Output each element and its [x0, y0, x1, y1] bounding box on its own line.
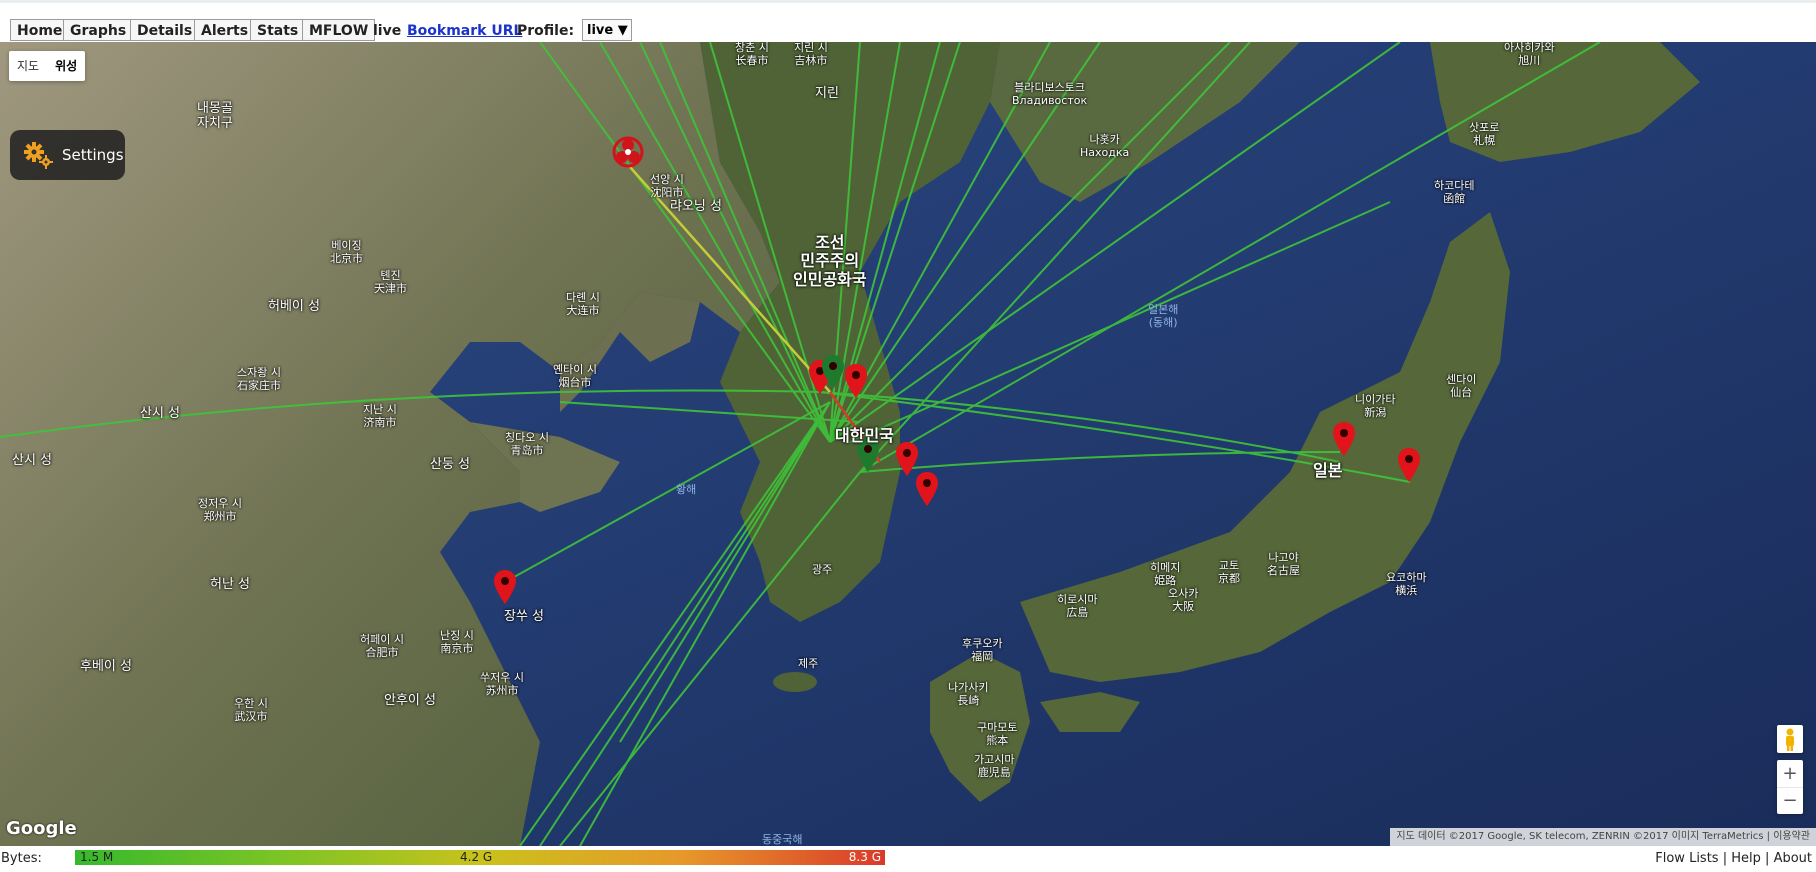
map-label-sendai: 센다이 仙台	[1446, 373, 1477, 399]
zoom-out-button[interactable]: −	[1777, 788, 1803, 814]
about-link[interactable]: About	[1774, 851, 1812, 866]
map-label-shanxi: 산시 성	[140, 406, 181, 421]
bookmark-url-link[interactable]: Bookmark URL	[407, 23, 522, 39]
bytes-scale-max: 8.3 G	[848, 850, 881, 864]
map-label-shenyang: 선양 시 沈阳市	[650, 173, 684, 199]
map-label-himeji: 히메지 姫路	[1150, 561, 1181, 587]
map-label-jeju: 제주	[798, 657, 819, 670]
zoom-controls: + −	[1777, 760, 1803, 814]
map-marker-red[interactable]	[916, 472, 938, 506]
map-type-map-button[interactable]: 지도	[9, 51, 47, 81]
map-label-japan: 일본	[1313, 461, 1343, 480]
map-label-text: 조선 민주주의 인민공화국	[793, 233, 867, 289]
flow-map[interactable]: 조선 민주주의 인민공화국 대한민국 일본 지린 랴오닝 성 허베이 성 산시 …	[0, 42, 1816, 846]
map-label-yantai: 옌타이 시 烟台市	[553, 363, 597, 389]
map-label-anhui: 안후이 성	[384, 693, 436, 708]
google-logo: Google	[6, 818, 77, 839]
map-label-hubei: 후베이 성	[80, 659, 132, 674]
map-label-tianjin: 톈진 天津市	[374, 269, 407, 295]
settings-label: Settings	[62, 146, 124, 164]
map-label-hefei: 허페이 시 合肥市	[360, 633, 404, 659]
map-marker-red[interactable]	[494, 570, 516, 604]
map-label-nanjing: 난징 시 南京市	[440, 629, 474, 655]
map-label-east-china-sea: 동중국해	[762, 833, 803, 846]
map-label-nakhodka: 나홋카 Находка	[1080, 133, 1130, 159]
live-text: live	[373, 23, 402, 39]
map-label-kyoto: 교토 京都	[1218, 559, 1240, 585]
map-label-hiroshima: 히로시마 広島	[1057, 593, 1098, 619]
street-view-pegman-icon[interactable]	[1777, 725, 1803, 753]
map-label-shaanxi: 산시 성	[12, 453, 53, 468]
map-marker-red[interactable]	[845, 364, 867, 398]
map-label-zhengzhou: 정저우 시 郑州市	[198, 497, 242, 523]
stats-button[interactable]: Stats	[250, 19, 306, 41]
map-label-beijing: 베이징 北京市	[330, 239, 363, 265]
alerts-button[interactable]: Alerts	[194, 19, 256, 41]
map-label-osaka: 오사카 大阪	[1168, 587, 1199, 613]
map-label-asahikawa: 아사히카와 旭川	[1504, 42, 1555, 67]
map-label-sapporo: 삿포로 札幌	[1469, 121, 1500, 147]
map-label-inner-mongolia: 내몽골 자치구	[197, 101, 233, 131]
map-label-east-sea: 일본해 (동해)	[1148, 303, 1179, 329]
settings-button[interactable]: Settings	[10, 130, 125, 180]
map-label-hakodate: 하코다테 函館	[1434, 179, 1475, 205]
map-attribution[interactable]: 지도 데이터 ©2017 Google, SK telecom, ZENRIN …	[1390, 828, 1816, 846]
map-label-shandong: 산둥 성	[430, 457, 471, 472]
biohazard-icon[interactable]	[612, 136, 644, 168]
details-button[interactable]: Details	[130, 19, 200, 41]
bytes-legend-label: Bytes:	[1, 851, 42, 866]
map-label-yellow-sea: 황해	[676, 483, 697, 496]
mflow-button[interactable]: MFLOW	[302, 19, 376, 41]
map-label-jilin-city: 지린 시 吉林市	[794, 42, 828, 67]
map-marker-red[interactable]	[896, 442, 918, 476]
map-label-kumamoto: 구마모토 熊本	[977, 721, 1018, 747]
map-label-hebei: 허베이 성	[268, 299, 320, 314]
map-label-jinan: 지난 시 济南市	[363, 403, 397, 429]
pegman-icon	[1786, 728, 1794, 751]
map-label-wuhan: 우한 시 武汉市	[234, 697, 268, 723]
map-label-nagoya: 나고야 名古屋	[1267, 551, 1300, 577]
help-link[interactable]: Help	[1731, 851, 1761, 866]
map-label-kagoshima: 가고시마 鹿児島	[974, 753, 1015, 779]
profile-select[interactable]: live ▼	[582, 19, 632, 41]
map-label-south-korea: 대한민국	[835, 426, 894, 445]
map-marker-red[interactable]	[1398, 448, 1420, 482]
map-label-nagasaki: 나가사키 長崎	[948, 681, 989, 707]
map-label-suzhou: 쑤저우 시 苏州市	[480, 671, 524, 697]
map-label-qingdao: 칭다오 시 青岛市	[505, 431, 549, 457]
bytes-scale-mid: 4.2 G	[460, 850, 493, 864]
map-label-changchun: 창춘 시 长春市	[735, 42, 769, 67]
bytes-scale-min: 1.5 M	[80, 850, 114, 864]
zoom-in-button[interactable]: +	[1777, 760, 1803, 788]
map-label-fukuoka: 후쿠오카 福岡	[962, 637, 1003, 663]
footer-links: Flow Lists | Help | About	[1655, 851, 1812, 866]
map-label-niigata: 니이가타 新潟	[1355, 393, 1396, 419]
map-label-jilin: 지린	[815, 86, 839, 101]
home-button[interactable]: Home	[10, 19, 70, 41]
map-type-satellite-button[interactable]: 위성	[47, 51, 85, 81]
flow-lists-link[interactable]: Flow Lists	[1655, 851, 1718, 866]
bottom-bar: Bytes: 1.5 M 4.2 G 8.3 G Flow Lists | He…	[0, 846, 1816, 872]
profile-label: Profile:	[517, 23, 575, 39]
footer-separator: |	[1765, 851, 1770, 866]
map-label-henan: 허난 성	[210, 577, 251, 592]
graphs-button[interactable]: Graphs	[63, 19, 134, 41]
map-label-yokohama: 요코하마 横浜	[1386, 571, 1427, 597]
map-label-liaoning: 랴오닝 성	[670, 199, 722, 214]
map-marker-red[interactable]	[1333, 422, 1355, 456]
map-type-toggle: 지도 위성	[9, 51, 86, 81]
map-label-gwangju: 광주	[812, 563, 833, 576]
map-label-vladivostok: 블라디보스토크 Владивосток	[1012, 81, 1088, 107]
map-label-jiangsu: 장쑤 성	[504, 609, 545, 624]
gears-icon	[24, 142, 53, 169]
map-label-north-korea: 조선 민주주의 인민공화국	[793, 233, 867, 289]
map-label-shijiazhuang: 스자좡 시 石家庄市	[237, 366, 281, 392]
bytes-color-scale: 1.5 M 4.2 G 8.3 G	[75, 850, 885, 865]
footer-separator: |	[1722, 851, 1728, 866]
map-label-dalian: 다롄 시 大连市	[566, 291, 600, 317]
markers-layer	[494, 136, 1420, 604]
top-nav-bar: Home Graphs Details Alerts Stats MFLOW l…	[0, 0, 1816, 42]
